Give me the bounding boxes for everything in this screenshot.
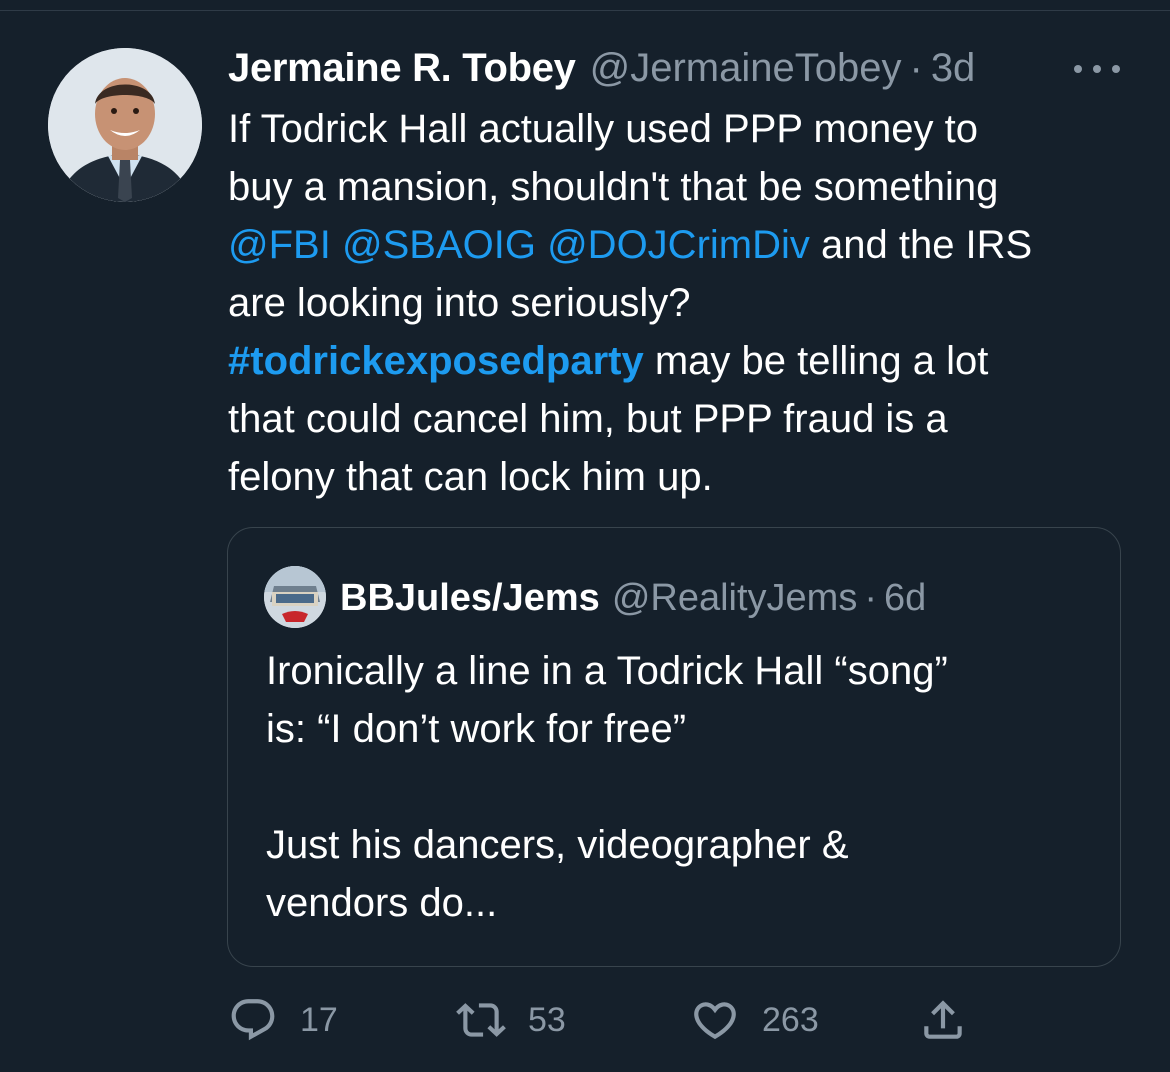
like-button[interactable]: 263 (690, 990, 819, 1050)
tweet-text-segment: that could cancel him, but PPP fraud is … (228, 397, 948, 441)
quoted-text-line: Just his dancers, videographer & (266, 823, 849, 867)
author-avatar[interactable] (48, 48, 202, 202)
heart-icon (694, 1002, 736, 1040)
quoted-author-avatar[interactable] (264, 566, 326, 628)
author-avatar-image (48, 48, 202, 202)
quoted-text-line: Ironically a line in a Todrick Hall “son… (266, 649, 948, 693)
separator-dot: · (909, 45, 923, 90)
tweet-text-line: are looking into seriously? (228, 274, 1128, 332)
tweet-text-segment: are looking into seriously? (228, 281, 691, 325)
quoted-tweet-timestamp[interactable]: 6d (884, 577, 926, 620)
mention-link[interactable]: @FBI (228, 223, 331, 267)
tweet-text-line: If Todrick Hall actually used PPP money … (228, 100, 1128, 158)
quoted-tweet-header: BBJules/Jems @RealityJems · 6d (340, 572, 926, 624)
like-count: 263 (762, 1000, 819, 1039)
tweet-text-segment: may be telling a lot (643, 339, 989, 383)
quoted-text-line: is: “I don’t work for free” (266, 707, 687, 751)
more-dot (1093, 65, 1101, 73)
share-icon (924, 1000, 962, 1039)
tweet-text-segment: and the IRS (809, 223, 1033, 267)
mention-link[interactable]: @SBAOIG (342, 223, 536, 267)
tweet-text-segment (536, 223, 547, 267)
share-button[interactable] (918, 990, 968, 1050)
tweet-text: If Todrick Hall actually used PPP money … (228, 100, 1128, 506)
tweet-text-segment: felony that can lock him up. (228, 455, 713, 499)
retweet-count: 53 (528, 1000, 566, 1039)
more-dot (1074, 65, 1082, 73)
quoted-tweet-card[interactable]: BBJules/Jems @RealityJems · 6d Ironicall… (227, 527, 1121, 967)
reply-icon (231, 999, 275, 1041)
quoted-avatar-image (264, 566, 326, 628)
tweet-text-line: #todrickexposedparty may be telling a lo… (228, 332, 1128, 390)
tweet-actions: 17 53 263 (228, 990, 988, 1050)
more-dot (1112, 65, 1120, 73)
tweet-text-segment: If Todrick Hall actually used PPP money … (228, 107, 978, 151)
tweet-text-segment: buy a mansion, shouldn't that be somethi… (228, 165, 999, 209)
tweet-header: Jermaine R. Tobey @JermaineTobey · 3d (228, 42, 975, 94)
retweet-icon (456, 1003, 506, 1037)
tweet-text-line: that could cancel him, but PPP fraud is … (228, 390, 1128, 448)
quoted-text-line: vendors do... (266, 881, 498, 925)
quoted-separator-dot: · (864, 576, 877, 619)
retweet-button[interactable]: 53 (456, 990, 566, 1050)
mention-link[interactable]: @DOJCrimDiv (547, 223, 810, 267)
tweet-text-line: felony that can lock him up. (228, 448, 1128, 506)
quoted-author-handle[interactable]: @RealityJems (612, 577, 858, 620)
reply-count: 17 (300, 1000, 338, 1039)
quoted-text-line (266, 758, 1096, 816)
more-icon[interactable] (1074, 64, 1120, 74)
hashtag-link[interactable]: #todrickexposedparty (228, 339, 644, 383)
quoted-tweet-text: Ironically a line in a Todrick Hall “son… (266, 642, 1096, 932)
tweet-timestamp[interactable]: 3d (931, 46, 976, 91)
quoted-author-name[interactable]: BBJules/Jems (340, 577, 600, 620)
tweet-text-line: @FBI @SBAOIG @DOJCrimDiv and the IRS (228, 216, 1128, 274)
reply-button[interactable]: 17 (228, 990, 338, 1050)
top-divider (0, 10, 1170, 11)
tweet-text-segment (331, 223, 342, 267)
tweet-text-line: buy a mansion, shouldn't that be somethi… (228, 158, 1128, 216)
author-name[interactable]: Jermaine R. Tobey (228, 46, 576, 91)
author-handle[interactable]: @JermaineTobey (590, 46, 902, 91)
